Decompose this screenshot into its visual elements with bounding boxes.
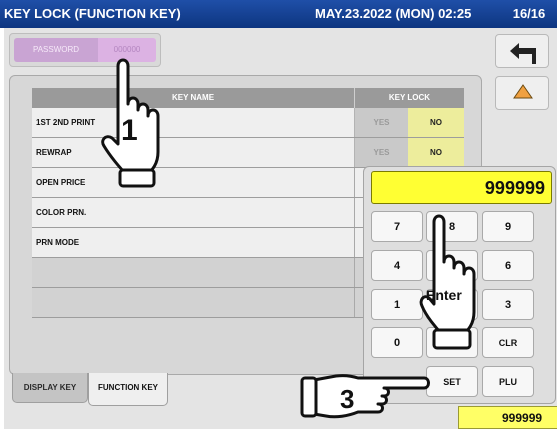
key-name: 1ST 2ND PRINT (36, 118, 96, 127)
no-option[interactable]: NO (408, 138, 464, 167)
column-divider (354, 228, 355, 257)
key-name: REWRAP (36, 148, 72, 157)
tab-function-key[interactable]: FUNCTION KEY (88, 373, 168, 406)
yes-option[interactable]: YES (354, 108, 408, 137)
scroll-up-button[interactable] (495, 76, 549, 110)
key-9[interactable]: 9 (482, 211, 534, 242)
page-indicator: 16/16 (512, 6, 546, 21)
tab-display-key[interactable]: DISPLAY KEY (12, 373, 88, 403)
key-name: COLOR PRN. (36, 208, 87, 217)
column-key-name: KEY NAME (171, 93, 215, 102)
key-0[interactable]: 0 (371, 327, 423, 358)
status-value: 999999 (458, 406, 557, 429)
clear-button[interactable]: CLR (482, 327, 534, 358)
key-4[interactable]: 4 (371, 250, 423, 281)
step-2-label: Enter (426, 287, 462, 303)
plu-button[interactable]: PLU (482, 366, 534, 397)
set-button[interactable]: SET (426, 366, 478, 397)
yes-option[interactable]: YES (354, 138, 408, 167)
column-divider (354, 198, 355, 227)
screen-title: KEY LOCK (FUNCTION KEY) (4, 6, 181, 21)
column-key-lock: KEY LOCK (354, 88, 464, 108)
no-option[interactable]: NO (408, 108, 464, 137)
column-divider (354, 288, 355, 317)
pointing-hand-icon: 1 (101, 58, 160, 188)
key-1[interactable]: 1 (371, 289, 423, 320)
password-label: PASSWORD (14, 38, 98, 62)
key-name: PRN MODE (36, 238, 80, 247)
pointing-hand-icon: 3 (300, 374, 430, 419)
back-arrow-icon (510, 43, 536, 64)
title-bar: KEY LOCK (FUNCTION KEY) MAY.23.2022 (MON… (0, 0, 557, 28)
key-name: OPEN PRICE (36, 178, 86, 187)
keypad-display: 999999 (371, 171, 552, 204)
pointing-hand-icon: Enter (419, 214, 476, 350)
back-button[interactable] (495, 34, 549, 68)
key-7[interactable]: 7 (371, 211, 423, 242)
column-divider (354, 168, 355, 197)
triangle-up-icon (513, 84, 533, 99)
step-3-label: 3 (340, 384, 354, 414)
key-3[interactable]: 3 (482, 289, 534, 320)
step-1-label: 1 (121, 114, 138, 147)
datetime: MAY.23.2022 (MON) 02:25 (315, 6, 472, 21)
column-divider (354, 258, 355, 287)
key-6[interactable]: 6 (482, 250, 534, 281)
